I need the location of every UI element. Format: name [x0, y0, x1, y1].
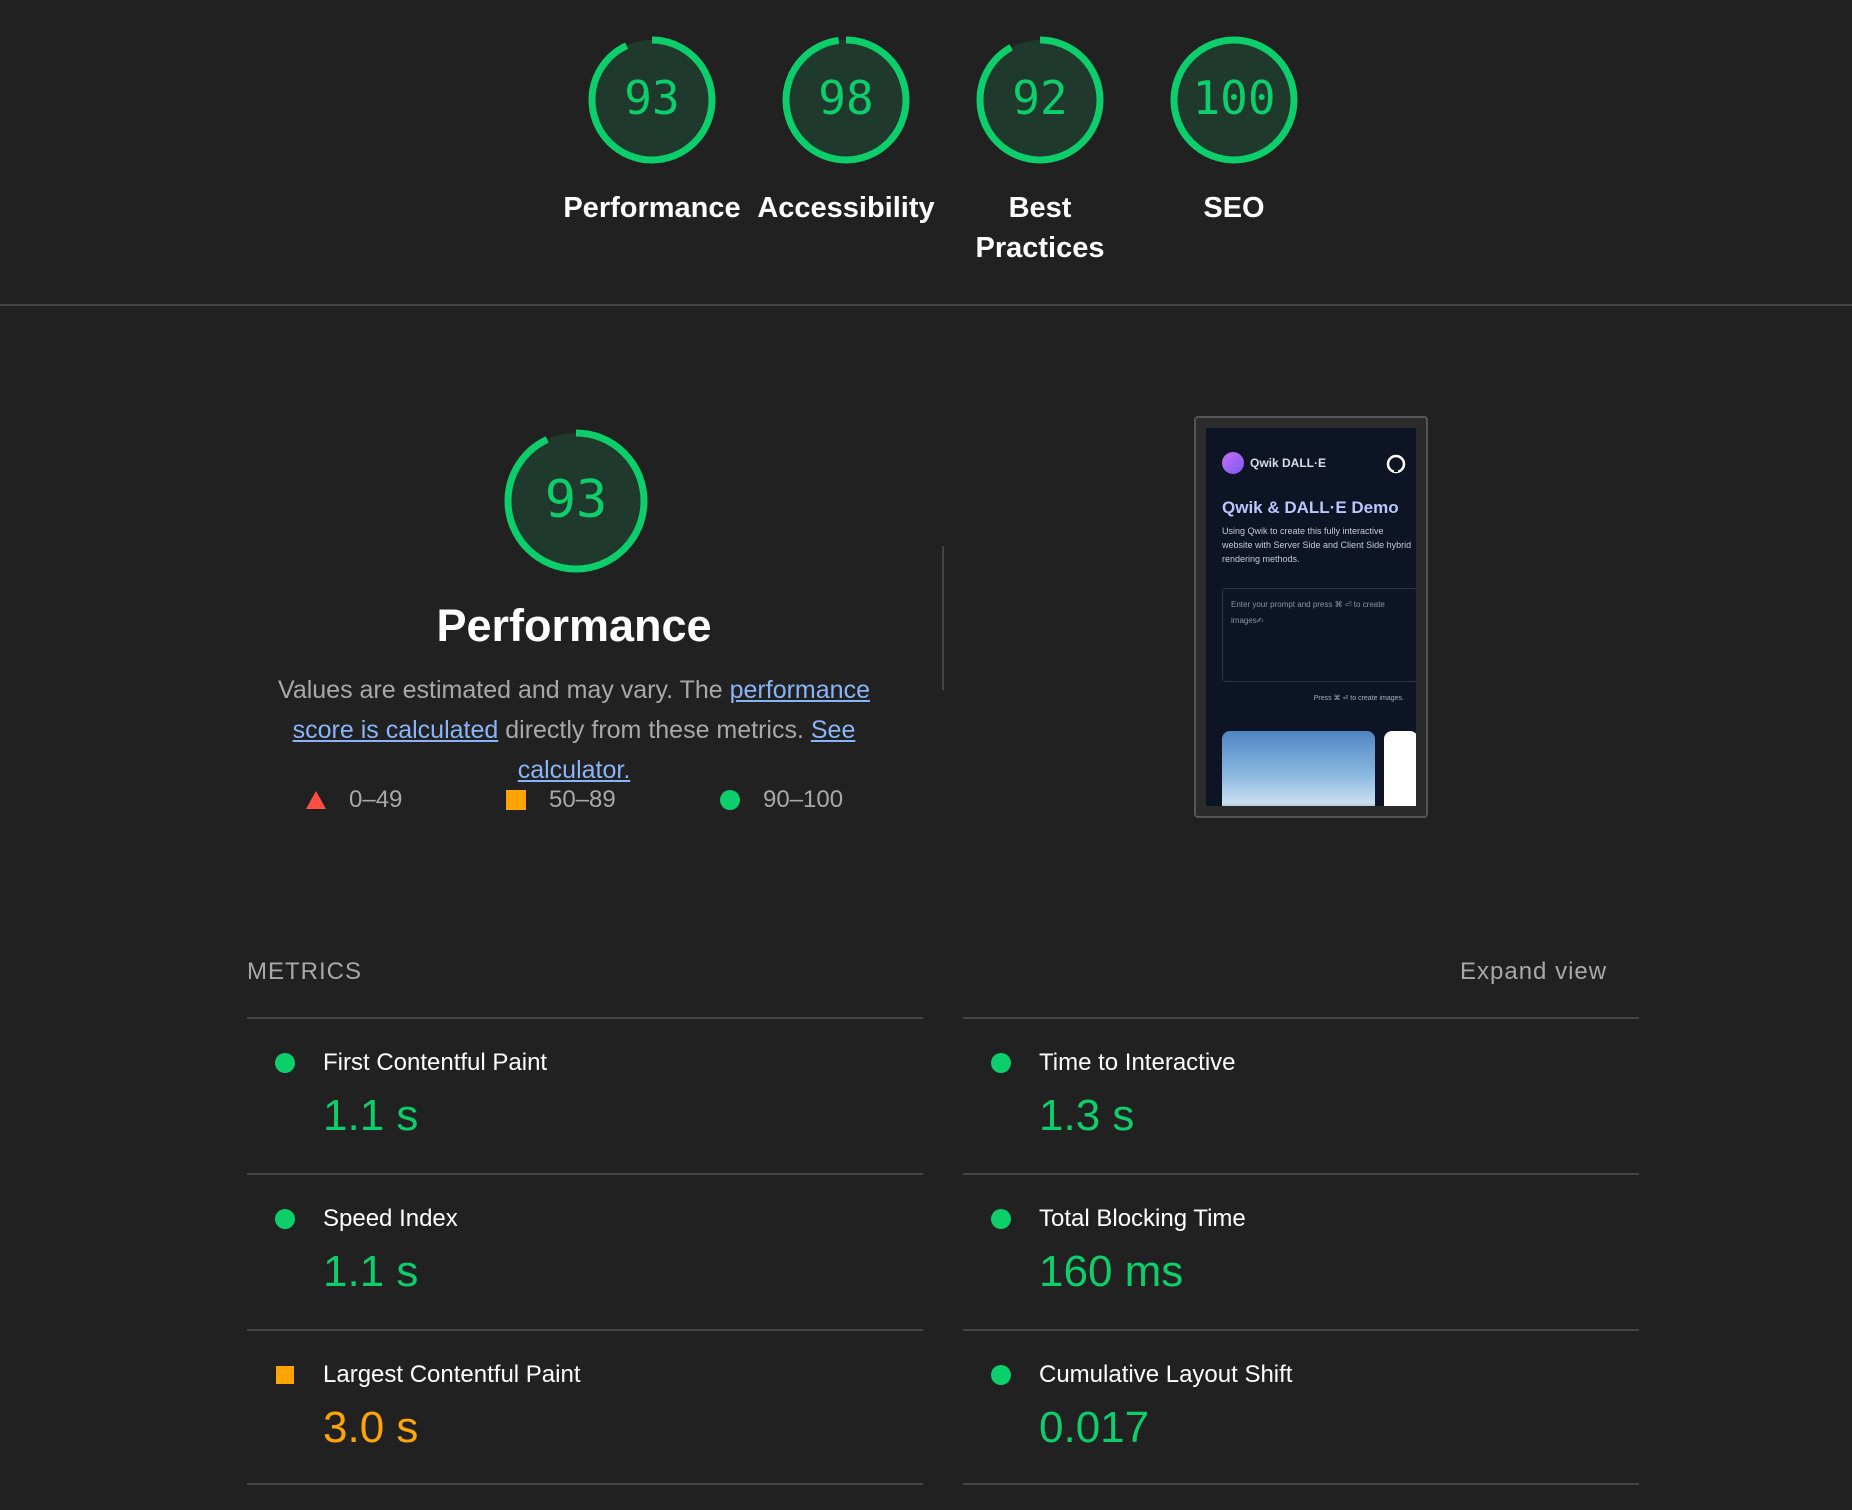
gauge-score: 100 — [1192, 71, 1275, 125]
metrics-title: METRICS — [247, 958, 362, 985]
metric-name: First Contentful Paint — [323, 1049, 548, 1076]
metric-value: 160 ms — [1039, 1247, 1184, 1296]
metric-name: Total Blocking Time — [1039, 1205, 1246, 1232]
screenshot-image-white — [1384, 731, 1416, 806]
gauge-performance[interactable]: 93 Performance — [557, 34, 747, 228]
gauge-label: SEO — [1203, 192, 1265, 224]
performance-title: Performance — [436, 600, 712, 651]
gauge-label: Accessibility — [757, 192, 935, 224]
gauge-label-line1: Best — [1008, 192, 1072, 224]
metric-value: 1.1 s — [323, 1247, 419, 1296]
screenshot-brand: Qwik DALL·E — [1250, 456, 1327, 470]
metric-total-blocking-time: Total Blocking Time 160 ms — [963, 1173, 1639, 1329]
metric-name: Speed Index — [323, 1205, 458, 1232]
lighthouse-report: 93 Performance 98 Accessibility 92 Best … — [0, 0, 1852, 1510]
gauge-ring: 98 — [782, 36, 910, 164]
circle-icon — [991, 1053, 1011, 1073]
screenshot-image-sky — [1222, 731, 1375, 806]
legend-pass: 90–100 — [719, 786, 843, 814]
metric-largest-contentful-paint: Largest Contentful Paint 3.0 s — [247, 1329, 923, 1485]
screenshot-prompt-input: Enter your prompt and press ⌘ ⏎ to creat… — [1222, 588, 1416, 682]
metric-name: Largest Contentful Paint — [323, 1361, 581, 1388]
gauge-seo[interactable]: 100 SEO — [1139, 34, 1329, 228]
metric-value: 1.3 s — [1039, 1091, 1135, 1140]
expand-view-toggle[interactable]: Expand view — [1460, 958, 1607, 986]
circle-icon — [275, 1053, 295, 1073]
category-gauges: 93 Performance 98 Accessibility 92 Best … — [0, 0, 1852, 306]
metrics-divider — [963, 1483, 1639, 1485]
legend-fail: 0–49 — [305, 786, 402, 814]
gauge-score: 92 — [1012, 71, 1067, 125]
metric-value: 3.0 s — [323, 1403, 419, 1452]
metric-value: 1.1 s — [323, 1091, 419, 1140]
legend-range: 0–49 — [349, 786, 403, 813]
performance-gauge-ring: 93 — [504, 429, 648, 573]
gauge-ring: 100 — [1170, 36, 1298, 164]
circle-icon — [991, 1209, 1011, 1229]
square-icon — [506, 790, 526, 810]
circle-icon — [275, 1209, 295, 1229]
circle-icon — [720, 790, 740, 810]
legend-average: 50–89 — [505, 786, 616, 814]
gauge-label: Best Practices — [945, 188, 1135, 268]
metric-name: Cumulative Layout Shift — [1039, 1361, 1293, 1388]
desc-text-1: Values are estimated and may vary. The — [278, 676, 730, 704]
gauge-ring: 93 — [588, 36, 716, 164]
metrics-divider — [247, 1483, 923, 1485]
circle-icon — [991, 1365, 1011, 1385]
metric-value: 0.017 — [1039, 1403, 1150, 1452]
screenshot-paragraph: Using Qwik to create this fully interact… — [1222, 526, 1412, 564]
metric-time-to-interactive: Time to Interactive 1.3 s — [963, 1017, 1639, 1173]
qwik-logo-icon — [1222, 452, 1244, 474]
gauge-ring: 92 — [976, 36, 1104, 164]
gauge-best-practices[interactable]: 92 Best Practices — [945, 34, 1135, 268]
github-icon — [1386, 454, 1406, 474]
screenshot-hint: Press ⌘ ⏎ to create images. — [1313, 695, 1404, 702]
gauge-label-line2: Practices — [975, 232, 1105, 264]
legend-range: 50–89 — [549, 786, 616, 813]
gauge-score: 98 — [818, 71, 873, 125]
performance-gauge: 93 — [503, 428, 649, 579]
legend-range: 90–100 — [763, 786, 844, 813]
triangle-icon — [306, 791, 326, 809]
performance-description: Values are estimated and may vary. The p… — [244, 670, 904, 790]
final-screenshot[interactable]: Qwik DALL·E Qwik & DALL·E Demo Using Qwi… — [1194, 416, 1428, 818]
screenshot-content: Qwik DALL·E Qwik & DALL·E Demo Using Qwi… — [1206, 428, 1416, 806]
gauge-accessibility[interactable]: 98 Accessibility — [751, 34, 941, 228]
desc-text-2: directly from these metrics. — [498, 716, 811, 744]
performance-score: 93 — [545, 470, 608, 530]
screenshot-heading: Qwik & DALL·E Demo — [1222, 498, 1399, 517]
metric-name: Time to Interactive — [1039, 1049, 1236, 1076]
gauge-score: 93 — [624, 71, 679, 125]
score-legend: 0–49 50–89 90–100 — [0, 786, 1000, 818]
metric-cumulative-layout-shift: Cumulative Layout Shift 0.017 — [963, 1329, 1639, 1485]
metric-first-contentful-paint: First Contentful Paint 1.1 s — [247, 1017, 923, 1173]
vertical-divider — [942, 546, 944, 690]
metric-speed-index: Speed Index 1.1 s — [247, 1173, 923, 1329]
gauge-label: Performance — [563, 192, 741, 224]
square-icon — [276, 1366, 294, 1384]
